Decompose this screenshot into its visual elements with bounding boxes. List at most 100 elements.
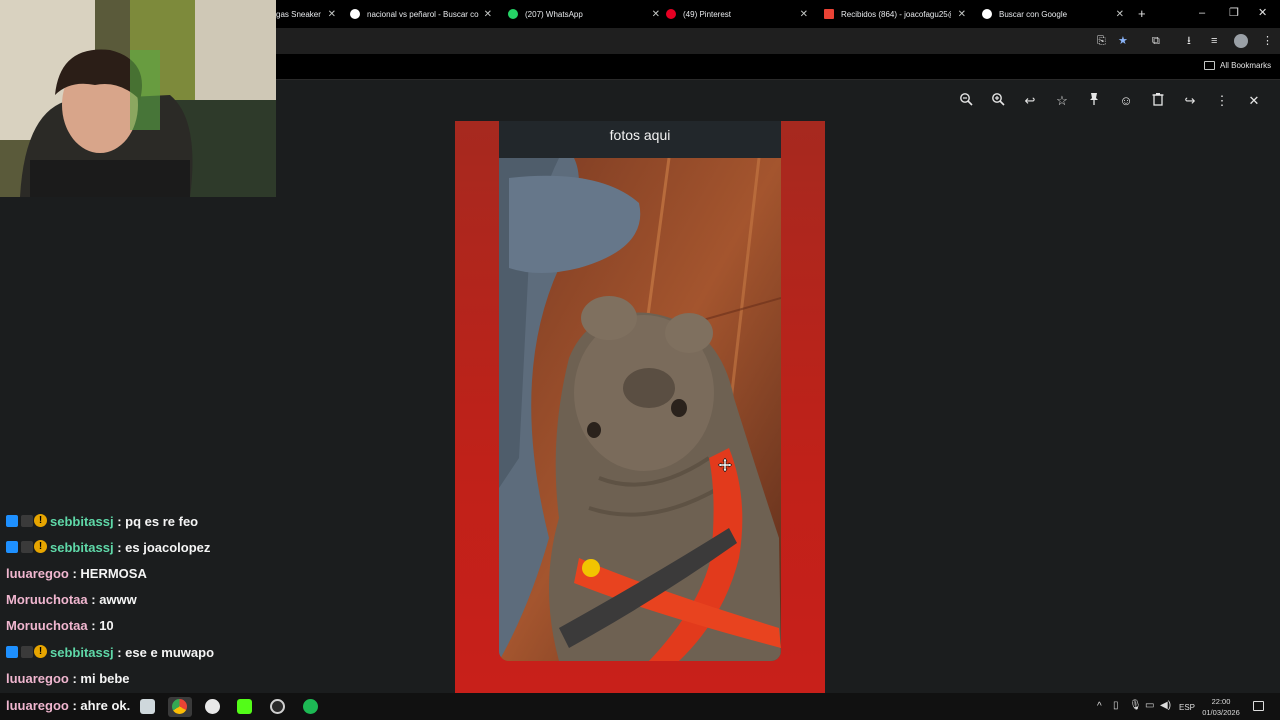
alert-badge-icon: ! (34, 540, 47, 553)
robot-badge-icon (21, 646, 33, 658)
chat-text: : pq es re feo (117, 514, 199, 529)
reply-icon[interactable]: ↩ (1021, 92, 1039, 110)
alert-badge-icon: ! (34, 645, 47, 658)
chat-username: Moruuchotaa (6, 618, 88, 633)
chat-text: : HERMOSA (72, 566, 147, 581)
close-tab-icon[interactable]: ✕ (652, 9, 660, 20)
clock[interactable]: 22:00 01/03/2026 (1201, 696, 1241, 718)
chat-text: : ahre ok. (72, 698, 131, 713)
chat-badges: ! (6, 540, 50, 554)
zoom-in-icon[interactable] (989, 92, 1007, 110)
tab-pinterest[interactable]: (49) Pinterest ✕ (666, 0, 808, 28)
close-window-button[interactable]: ✕ (1258, 6, 1267, 20)
tab-google-search[interactable]: Buscar con Google ✕ (982, 0, 1124, 28)
forward-icon[interactable]: ↪ (1181, 92, 1199, 110)
bookmark-star-icon[interactable]: ★ (1118, 34, 1128, 48)
language-indicator[interactable]: ESP (1179, 703, 1195, 712)
notifications-icon[interactable] (1253, 701, 1264, 711)
google-icon (350, 9, 360, 19)
chat-username: sebbitassj (50, 514, 114, 529)
move-cursor-icon (717, 457, 733, 473)
tab-title: nacional vs peñarol - Buscar co (367, 9, 479, 19)
tab-title: (49) Pinterest (683, 9, 732, 19)
chat-username: luuaregoo (6, 698, 69, 713)
tab-whatsapp[interactable]: (207) WhatsApp ✕ (508, 0, 660, 28)
alert-badge-icon: ! (34, 514, 47, 527)
all-bookmarks-label[interactable]: All Bookmarks (1220, 61, 1271, 70)
store-icon[interactable] (140, 699, 155, 714)
install-app-icon[interactable]: ⎘ (1097, 34, 1106, 48)
chat-message: luuaregoo : ahre ok. (6, 696, 130, 716)
robot-badge-icon (21, 515, 33, 527)
windows-taskbar (0, 693, 1280, 720)
close-tab-icon[interactable]: ✕ (484, 9, 492, 20)
restore-button[interactable]: ❐ (1229, 6, 1239, 20)
chat-badges: ! (6, 514, 50, 528)
chat-message: Moruuchotaa : awww (6, 590, 137, 610)
pinterest-icon (666, 9, 676, 19)
tab-title: Recibidos (864) - joacofagu25@ (841, 9, 951, 19)
chat-message: ! sebbitassj : ese e muwapo (6, 643, 214, 663)
new-tab-button[interactable]: + (1138, 7, 1146, 21)
extensions-icon[interactable]: ⧉ (1152, 34, 1160, 48)
close-tab-icon[interactable]: ✕ (328, 9, 336, 20)
google-icon (982, 9, 992, 19)
clock-time: 22:00 (1211, 697, 1231, 706)
tab-gmail[interactable]: Recibidos (864) - joacofagu25@ ✕ (824, 0, 966, 28)
chat-username: luuaregoo (6, 566, 69, 581)
emoji-icon[interactable]: ☺ (1117, 92, 1135, 110)
profile-avatar[interactable] (1234, 34, 1248, 48)
close-tab-icon[interactable]: ✕ (800, 9, 808, 20)
dog-photo[interactable] (499, 158, 781, 661)
card-title: fotos aqui (499, 121, 781, 158)
chat-badges: ! (6, 645, 50, 659)
webcam-image (0, 0, 276, 197)
verified-badge-icon (6, 541, 18, 553)
show-hidden-icons-icon[interactable]: ^ (1097, 701, 1102, 712)
spotify-icon[interactable] (303, 699, 318, 714)
kick-icon[interactable] (237, 699, 252, 714)
tab-sneakers[interactable]: gas Sneaker ✕ (276, 0, 336, 28)
network-icon[interactable]: ▭ (1145, 700, 1154, 711)
tab-title: (207) WhatsApp (525, 9, 583, 19)
chat-text: : es joacolopez (117, 540, 211, 555)
folder-icon (1204, 61, 1215, 70)
chat-username: Moruuchotaa (6, 592, 88, 607)
tab-title: Buscar con Google (999, 9, 1068, 19)
chat-text: : mi bebe (72, 671, 130, 686)
chat-message: Moruuchotaa : 10 (6, 616, 114, 636)
menu-icon[interactable]: ⋮ (1262, 34, 1273, 48)
media-icon[interactable]: ≡ (1211, 34, 1217, 48)
chat-message: ! sebbitassj : pq es re feo (6, 512, 198, 532)
tab-nacional-search[interactable]: nacional vs peñarol - Buscar co ✕ (350, 0, 492, 28)
download-icon[interactable]: ⭳ (1187, 34, 1191, 48)
zoom-out-icon[interactable] (957, 92, 975, 110)
whatsapp-icon (508, 9, 518, 19)
chat-text: : 10 (91, 618, 114, 633)
more-icon[interactable]: ⋮ (1213, 92, 1231, 110)
close-tab-icon[interactable]: ✕ (958, 9, 966, 20)
clock-date: 01/03/2026 (1202, 708, 1240, 717)
chat-message: luuaregoo : HERMOSA (6, 564, 147, 584)
usb-icon[interactable]: ▯ (1113, 700, 1119, 711)
chat-message: luuaregoo : mi bebe (6, 669, 130, 689)
chat-username: luuaregoo (6, 671, 69, 686)
close-tab-icon[interactable]: ✕ (1116, 9, 1124, 20)
microphone-icon[interactable]: 🎙 (1129, 700, 1142, 711)
chat-username: sebbitassj (50, 540, 114, 555)
discord-icon[interactable] (205, 699, 220, 714)
minimize-button[interactable]: – (1199, 6, 1205, 20)
star-icon[interactable]: ☆ (1053, 92, 1071, 110)
verified-badge-icon (6, 515, 18, 527)
obs-icon[interactable] (270, 699, 285, 714)
dog-photo-image (499, 158, 781, 661)
close-icon[interactable]: ✕ (1245, 92, 1263, 110)
tab-title: gas Sneaker (276, 9, 321, 19)
chrome-icon[interactable] (172, 699, 187, 714)
gmail-icon (824, 9, 834, 19)
webcam-overlay (0, 0, 276, 197)
delete-icon[interactable] (1149, 92, 1167, 110)
volume-icon[interactable]: ◀) (1160, 700, 1171, 711)
pin-icon[interactable] (1085, 92, 1103, 110)
chat-text: : awww (91, 592, 137, 607)
